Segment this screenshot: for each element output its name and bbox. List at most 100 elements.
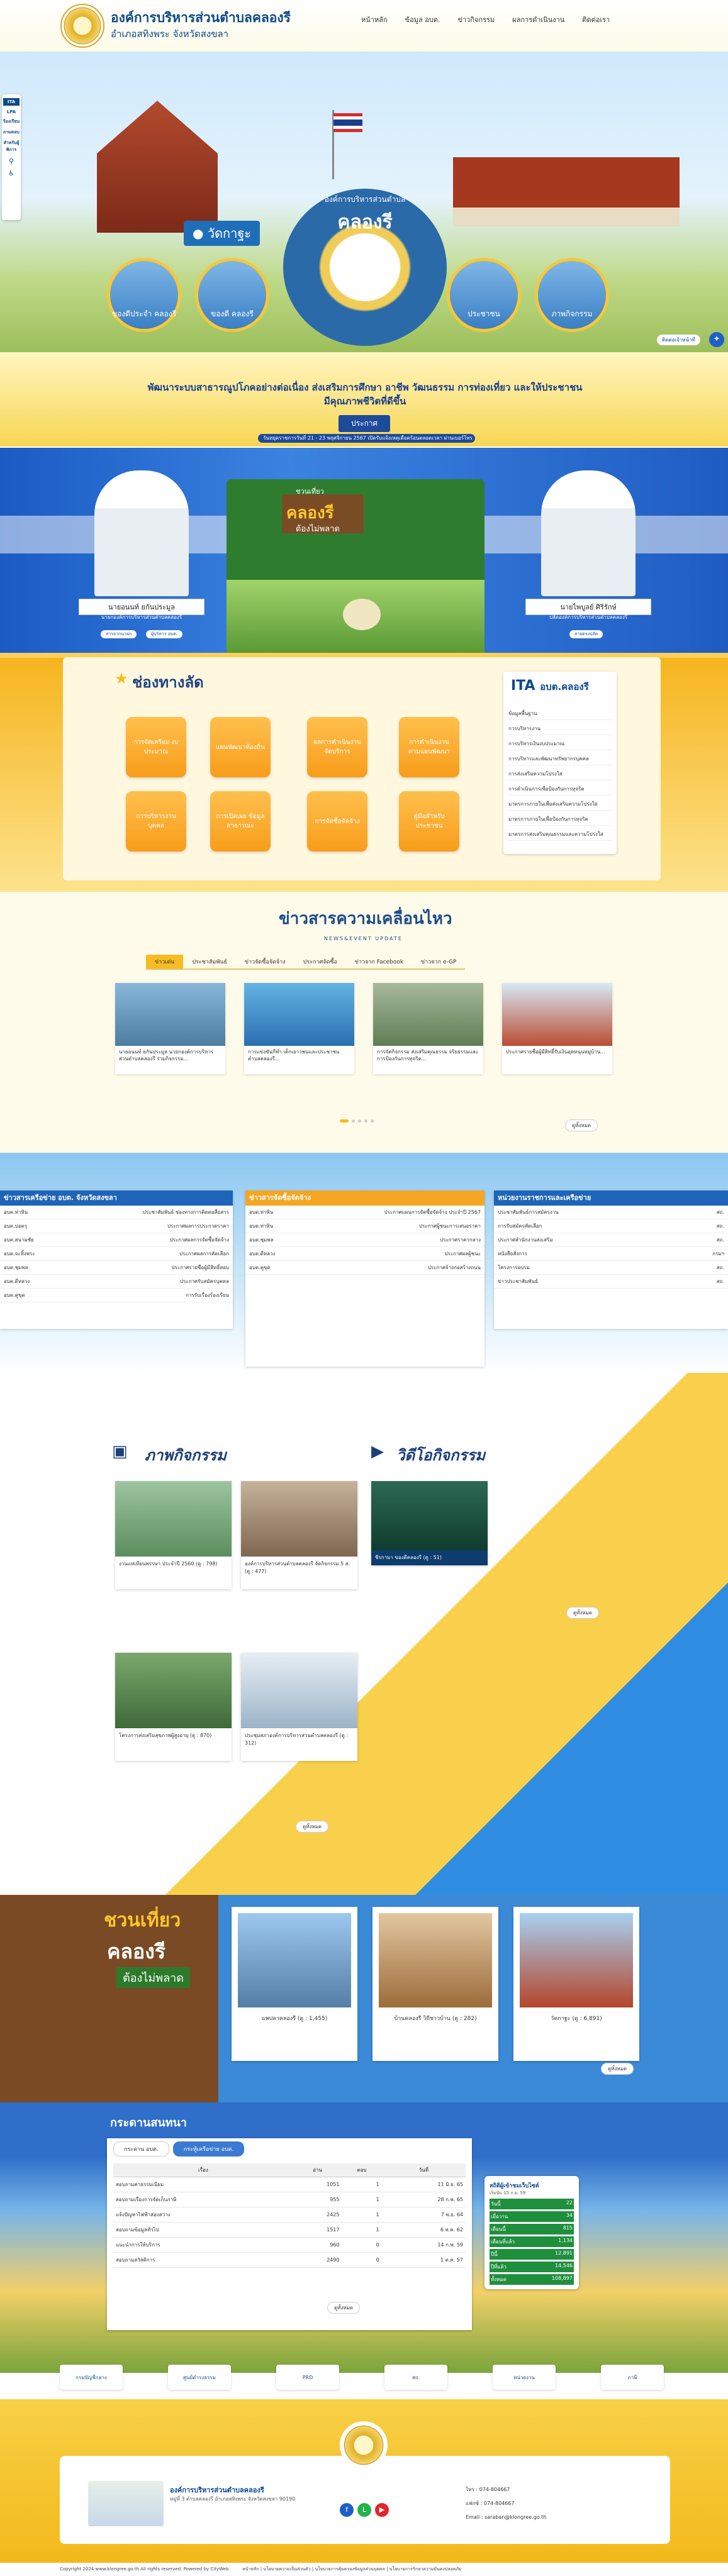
messenger-icon[interactable]: ✦	[709, 332, 724, 347]
activity-card[interactable]: องค์การบริหารส่วนตำบลคลองรี จัดกิจกรรม 5…	[241, 1481, 357, 1589]
quick-link-7[interactable]: การจัดซื้อจัดจ้าง	[307, 791, 367, 852]
hero-circle-2[interactable]: ของดี คลองรี	[195, 258, 269, 332]
list-item[interactable]: อบต.จะทิ้งพระ ประกาศผลการคัดเลือก	[0, 1247, 233, 1261]
ita-item[interactable]: การบริหารเงินงบประมาณ	[507, 738, 613, 750]
partner-link[interactable]: PRD	[276, 2365, 339, 2390]
list-item[interactable]: อบต.ท่าหิน ประชาสัมพันธ์ ช่องทางการติดต่อ…	[0, 1206, 233, 1219]
list-item[interactable]: อบต.ดีหลวง ประกาศผลผู้ชนะ	[245, 1247, 484, 1261]
nav-news[interactable]: ข่าวกิจกรรม	[457, 14, 495, 25]
ita-item[interactable]: การบริหารงาน	[507, 723, 613, 735]
table-row[interactable]: สอบถามค่าธรรมเนียม 1051 1 11 มิ.ย. 65	[113, 2177, 466, 2192]
news-more-button[interactable]: ดูทั้งหมด	[565, 1119, 598, 1131]
news-ticker[interactable]: วันหยุดราชการวันที่ 21 - 23 พฤศจิกายน 25…	[258, 434, 475, 443]
nav-results[interactable]: ผลการดำเนินงาน	[512, 14, 564, 25]
nav-info[interactable]: ข้อมูล อบต.	[405, 14, 440, 25]
list-item[interactable]: อบต.คูขุด การรับเรื่องร้องเรียน	[0, 1289, 233, 1302]
ita-item[interactable]: มาตรการภายในเพื่อป้องกันการทุจริต	[507, 813, 613, 826]
executives-button[interactable]: ผู้บริหาร อบต.	[146, 630, 183, 638]
hero-circle-3[interactable]: ประชาชน	[447, 258, 521, 332]
announcement-button[interactable]: ประกาศ	[339, 415, 391, 432]
forum-more-button[interactable]: ดูทั้งหมด	[327, 2302, 361, 2314]
mayor-message-button[interactable]: สารจากนายก	[101, 630, 137, 638]
activity-card[interactable]: ประชุมสภาองค์การบริหารส่วนตำบลคลองรี (ดู…	[241, 1653, 357, 1761]
partner-link[interactable]: กรมบัญชีกลาง	[60, 2365, 123, 2390]
list-item[interactable]: อบต.ท่าหิน ประกาศผู้ชนะการเสนอราคา	[245, 1219, 484, 1233]
travel-card[interactable]: วัดกาฐะ (ดู : 6,891)	[513, 1907, 639, 2061]
list-item[interactable]: ประชาสัมพันธ์การสมัครงาน สถ.	[494, 1206, 728, 1219]
clerk-direct-button[interactable]: สายตรงปลัด	[569, 630, 603, 638]
list-item[interactable]: อบต.สนามชัย ประกาศผลการจัดซื้อจัดจ้าง	[0, 1233, 233, 1247]
quick-link-4[interactable]: การดำเนินงาน ตามแผนพัฒนา	[399, 717, 459, 777]
activity-card[interactable]: โครงการส่งเสริมสุขภาพผู้สูงอายุ (ดู : 87…	[115, 1653, 232, 1761]
table-row[interactable]: แจ้งปัญหาไฟฟ้าส่องสว่าง 2425 1 7 พ.ย. 64	[113, 2207, 466, 2223]
list-item[interactable]: อบต.บ่อตรุ ประกาศผลการประกวดราคา	[0, 1219, 233, 1233]
list-item[interactable]: อบต.ท่าหิน ประกาศแผนการจัดซื้อจัดจ้าง ประ…	[245, 1206, 484, 1219]
partner-link[interactable]: หน่วยงาน	[493, 2365, 556, 2390]
news-card[interactable]: ประกาศรายชื่อผู้มีสิทธิ์รับเงินอุดหนุนหม…	[502, 983, 612, 1074]
list-item[interactable]: อบต.ชุมพล ประกาศรายชื่อผู้มีสิทธิ์สอบ	[0, 1261, 233, 1275]
ita-item[interactable]: การส่งเสริมความโปร่งใส	[507, 768, 613, 780]
youtube-icon[interactable]: ▶	[375, 2503, 389, 2517]
travel-card[interactable]: บ้านคลองรี วิถีชาวบ้าน (ดู : 282)	[372, 1907, 498, 2061]
tab-pr[interactable]: ประชาสัมพันธ์	[183, 955, 236, 970]
table-row[interactable]: สอบถามสวัสดิการ 2490 0 1 ต.ค. 57	[113, 2252, 466, 2268]
list-item[interactable]: อบต.ดีหลวง ประกาศรับสมัครบุคคล	[0, 1275, 233, 1289]
ita-item[interactable]: มาตรการภายในเพื่อส่งเสริมความโปร่งใส	[507, 798, 613, 811]
policy-links[interactable]: หน้าหลัก | นโยบายความเป็นส่วนตัว | นโยบา…	[242, 2563, 461, 2576]
list-item[interactable]: การรับสมัครคัดเลือก สถ.	[494, 1219, 728, 1233]
tab-facebook[interactable]: ข่าวจาก Facebook	[345, 955, 413, 970]
ita-item[interactable]: มาตรการส่งเสริมคุณธรรมและความโปร่งใส	[507, 828, 613, 841]
facebook-icon[interactable]: f	[340, 2503, 354, 2517]
ita-item[interactable]: ข้อมูลพื้นฐาน	[507, 708, 613, 720]
tab-purchase[interactable]: ประกาศจัดซื้อ	[294, 955, 346, 970]
line-icon[interactable]: L	[357, 2503, 371, 2517]
list-item[interactable]: อบต.คูขุด ประกาศจ้างก่อสร้างถนน	[245, 1261, 484, 1275]
quick-link-1[interactable]: การจัดเตรียม งบประมาณ	[126, 717, 186, 777]
search-icon[interactable]: ⚲	[9, 157, 14, 165]
ita-badge[interactable]: ITA	[3, 98, 20, 106]
tab-procurement[interactable]: ข่าวจัดซื้อจัดจ้าง	[235, 955, 294, 970]
table-row[interactable]: แนะนำการให้บริการ 960 0 14 ก.พ. 59	[113, 2237, 466, 2253]
nav-home[interactable]: หน้าหลัก	[361, 14, 388, 25]
activity-card[interactable]: งานแห่เทียนพรรษา ประจำปี 2560 (ดู : 798)	[115, 1481, 232, 1589]
news-card[interactable]: การแข่งขันกีฬา เด็กเยาวชนและประชาชน ตำบล…	[244, 983, 354, 1074]
hero-circle-1[interactable]: ของดีประจำ คลองรี	[107, 258, 181, 332]
list-item[interactable]: โครงการอบรม สถ.	[494, 1261, 728, 1275]
video-more-button[interactable]: ดูทั้งหมด	[566, 1607, 600, 1619]
partner-link[interactable]: สถ.	[384, 2365, 447, 2390]
news-pager[interactable]	[340, 1119, 374, 1123]
video-card[interactable]: ชีรกามา ของดีคลองรี (ดู : 51)	[371, 1481, 488, 1565]
activities-more-button[interactable]: ดูทั้งหมด	[296, 1821, 329, 1833]
quick-link-8[interactable]: คู่มือสำหรับ ประชาชน	[399, 791, 459, 852]
quick-link-6[interactable]: การเปิดเผย ข้อมูลสาธารณะ	[210, 791, 271, 852]
tab-featured[interactable]: ข่าวเด่น	[146, 955, 184, 970]
tab-egp[interactable]: ข่าวจาก e-GP	[412, 955, 466, 970]
travel-more-button[interactable]: ดูทั้งหมด	[601, 2063, 634, 2075]
quick-link-2[interactable]: แผนพัฒนาท้องถิ่น	[210, 717, 271, 777]
accessibility-icon[interactable]: ♿	[8, 169, 14, 177]
quick-link-3[interactable]: ผลการดำเนินงาน จัดบริการ	[307, 717, 367, 777]
ita-item[interactable]: การบริหารและพัฒนาทรัพยากรบุคคล	[507, 753, 613, 765]
site-logo[interactable]	[60, 4, 104, 48]
list-item[interactable]: ข่าวประชาสัมพันธ์ สถ.	[494, 1275, 728, 1289]
table-row[interactable]: สอบถามข้อมูลทั่วไป 1517 1 6 พ.ค. 62	[113, 2222, 466, 2238]
lpa-badge[interactable]: LPA	[7, 109, 16, 114]
contact-chip[interactable]: ติดต่อเจ้าหน้าที่	[657, 335, 700, 345]
quick-link-5[interactable]: การบริหารงาน บุคคล	[126, 791, 186, 852]
list-item[interactable]: ประกาศสำนักงานส่งเสริม สถ.	[494, 1233, 728, 1247]
table-row[interactable]: สอบถามเรื่องการจัดเก็บภาษี 955 1 28 ก.พ. 65	[113, 2192, 466, 2207]
hero-circle-4[interactable]: ภาพกิจกรรม	[535, 258, 609, 332]
footer-email[interactable]: Email : saraban@klongree.go.th	[466, 2511, 546, 2524]
travel-card[interactable]: แพปลาคลองรี (ดู : 1,455)	[232, 1907, 357, 2061]
ita-item[interactable]: การดำเนินการเพื่อป้องกันการทุจริต	[507, 783, 613, 796]
news-card[interactable]: การจัดกิจกรรม ส่งเสริมคุณธรรม จริยธรรมแล…	[373, 983, 483, 1074]
partner-link[interactable]: ศูนย์ดำรงธรรม	[168, 2365, 231, 2390]
partner-link[interactable]: ภาษี	[601, 2365, 664, 2390]
news-card[interactable]: นายอนนท์ ยกันประมูล นายกองค์การบริหารส่ว…	[115, 983, 225, 1074]
map-thumbnail[interactable]	[88, 2481, 164, 2526]
list-item[interactable]: อบต.ชุมพล ประกาศราคากลาง	[245, 1233, 484, 1247]
sidebar-complaint[interactable]: ร้องเรียน	[3, 118, 20, 125]
sidebar-accessibility[interactable]: สำหรับผู้พิการ	[2, 140, 21, 153]
list-item[interactable]: หนังสือสั่งการ กรมฯ	[494, 1247, 728, 1261]
tab-forum-local[interactable]: กระดาน อบต.	[113, 2141, 169, 2157]
